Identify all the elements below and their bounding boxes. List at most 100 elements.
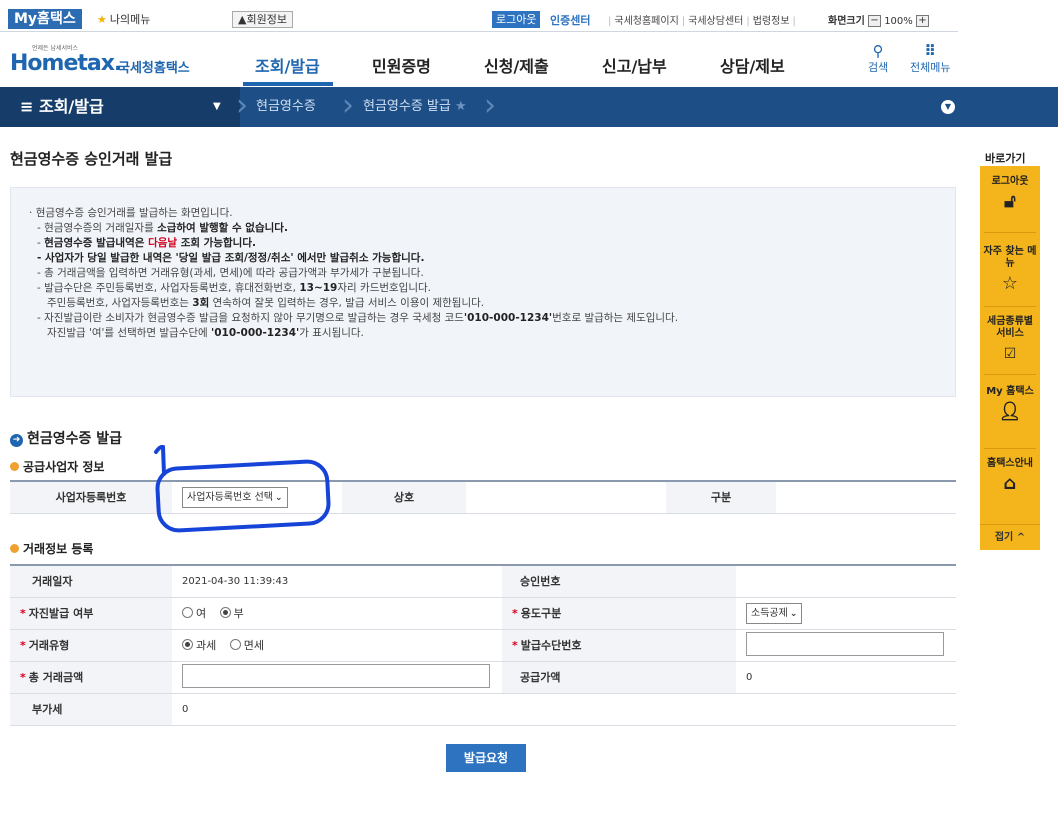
supplier-header: 공급사업자 정보 [10,458,104,475]
table-row: 거래일자 2021-04-30 11:39:43 승인번호 [10,565,956,598]
search-button[interactable]: ⚲ 검색 [868,43,888,75]
quick-close-button[interactable]: 접기 ^ [980,524,1040,550]
notice-red-text: 다음날 [148,237,178,249]
notice-text: 번호로 발급하는 제도입니다. [552,312,679,324]
gnb-menu-certificate[interactable]: 민원증명 [372,53,431,77]
gnb-menu-consult[interactable]: 상담/제보 [720,53,785,77]
total-amount-label-text: 총 거래금액 [28,671,84,684]
issue-means-label-text: 발급수단번호 [520,639,582,652]
self-issue-label: * 자진발급 여부 [10,597,172,630]
location-root-label: 조회/발급 [38,97,104,116]
favorite-star-icon[interactable]: ★ [455,99,467,114]
search-icon: ⚲ [872,42,884,60]
supply-amount-value: 0 [736,661,956,694]
gnb-menu-application[interactable]: 신청/제출 [484,53,549,77]
supplier-header-label: 공급사업자 정보 [23,460,105,474]
category-value [776,481,956,514]
self-issue-options: 여 부 [172,597,502,630]
law-info-link[interactable]: 법령정보 [753,16,790,27]
breadcrumb-current[interactable]: 현금영수증 발급 ★ [363,87,467,127]
chevron-down-icon: ⌄ [789,608,798,619]
self-issue-yes-label: 여 [196,607,207,620]
self-issue-no-radio[interactable] [219,607,231,618]
company-name-value [466,481,666,514]
breadcrumb-arrow-icon: › [236,88,248,123]
trade-date-label: 거래일자 [10,565,172,598]
location-root-dropdown[interactable]: ≡ 조회/발급 ▼ [0,87,240,127]
total-amount-label: * 총 거래금액 [10,661,172,694]
my-menu-link[interactable]: ★ 나의메뉴 [97,11,150,27]
approval-no-label: 승인번호 [502,565,736,598]
notice-text: - 자진발급이란 소비자가 현금영수증 발급을 요청하지 않아 무기명으로 발급… [37,312,464,324]
quick-my-hometax[interactable]: My 홈택스 👤︎ [980,386,1040,422]
trade-header: 거래정보 등록 [10,540,93,557]
logo-kr-text: 국세청홈택스 [118,61,190,76]
issue-request-button[interactable]: 발급요청 [446,744,526,772]
self-issue-yes-radio[interactable] [182,607,193,618]
member-info-button[interactable]: ▲회원정보 [232,11,293,28]
company-name-label: 상호 [342,481,466,514]
notice-text: 현금영수증 승인거래를 발급하는 화면입니다. [35,207,233,219]
notice-emphasis: 13~19 [299,282,338,294]
trade-table: 거래일자 2021-04-30 11:39:43 승인번호 * 자진발급 여부 여… [10,564,956,726]
trade-date-value: 2021-04-30 11:39:43 [172,565,502,598]
screen-size-label: 화면크기 [828,16,865,27]
location-bar: ≡ 조회/발급 ▼ › 현금영수증 › 현금영수증 발급 ★ › ▼ [0,87,1058,127]
empty-cell [502,693,736,726]
issue-means-input[interactable] [746,631,944,656]
my-hometax-link[interactable]: My홈택스 [8,9,82,29]
nts-consult-link[interactable]: 국세상담센터 [688,16,743,27]
quick-bar: 로그아웃 🔓︎ 자주 찾는 메뉴 ☆ 세금종류별 서비스 ☑ My 홈택스 👤︎… [980,166,1040,550]
total-amount-input[interactable] [182,663,490,688]
quick-favorites[interactable]: 자주 찾는 메뉴 ☆ [982,246,1038,294]
all-menu-button[interactable]: ⠿ 전체메뉴 [910,43,950,75]
caret-down-icon: ▼ [213,101,221,112]
bullet-icon [10,462,19,471]
util-links: | 국세청홈페이지 | 국세상담센터 | 법령정보 | [608,16,796,27]
quick-tax-service[interactable]: 세금종류별 서비스 ☑ [982,316,1038,364]
notice-line: - 총 거래금액을 입력하면 거래유형(과세, 면세)에 따라 공급가액과 부가… [37,267,424,279]
section-title-label: 현금영수증 발급 [27,431,123,447]
issue-means-cell [736,629,956,662]
cert-center-link[interactable]: 인증센터 [550,12,590,28]
bullet-icon [10,544,19,553]
category-label: 구분 [666,481,776,514]
table-row: * 거래유형 과세 면세 * 발급수단번호 [10,629,956,662]
empty-cell [736,693,956,726]
logout-button[interactable]: 로그아웃 [492,11,541,28]
gnb-menu-report[interactable]: 신고/납부 [602,53,667,77]
self-issue-label-text: 자진발급 여부 [28,607,94,620]
star-icon: ★ [97,13,107,26]
gnb-menu-inquiry[interactable]: 조회/발급 [255,53,320,77]
trade-type-label-text: 거래유형 [28,639,70,652]
required-mark: * [512,639,518,652]
quick-close-label: 접기 [994,532,1014,543]
taxable-radio[interactable] [182,639,193,650]
breadcrumb-arrow-icon: › [484,88,496,123]
required-mark: * [20,607,26,620]
quick-logout-label: 로그아웃 [991,176,1029,187]
notice-text: 자진발급 '여'를 선택하면 발급수단에 [47,327,212,339]
breadcrumb-cash-receipt[interactable]: 현금영수증 [256,87,316,127]
usage-cell: 소득공제 ⌄ [736,597,956,630]
usage-label-text: 용도구분 [520,607,562,620]
quick-logout[interactable]: 로그아웃 🔓︎ [980,176,1040,212]
bizno-label: 사업자등록번호 [10,481,172,514]
table-row: * 총 거래금액 공급가액 0 [10,661,956,694]
exempt-label: 면세 [243,639,264,652]
nts-home-link[interactable]: 국세청홈페이지 [614,16,678,27]
usage-select[interactable]: 소득공제 ⌄ [746,602,803,624]
divider [984,232,1036,233]
divider [984,306,1036,307]
annotation-circle-mark [154,458,332,534]
exempt-radio[interactable] [229,639,241,650]
expand-chevron-icon[interactable]: ▼ [941,100,955,114]
quick-guide[interactable]: 홈택스안내 ⌂ [980,458,1040,494]
notice-emphasis: '010-000-1234' [211,327,300,339]
trade-header-label: 거래정보 등록 [23,542,94,556]
zoom-in-button[interactable]: + [915,15,929,27]
zoom-out-button[interactable]: − [868,15,881,27]
required-mark: * [512,607,518,620]
usage-label: * 용도구분 [502,597,736,630]
notice-line: - 자진발급이란 소비자가 현금영수증 발급을 요청하지 않아 무기명으로 발급… [29,311,937,326]
